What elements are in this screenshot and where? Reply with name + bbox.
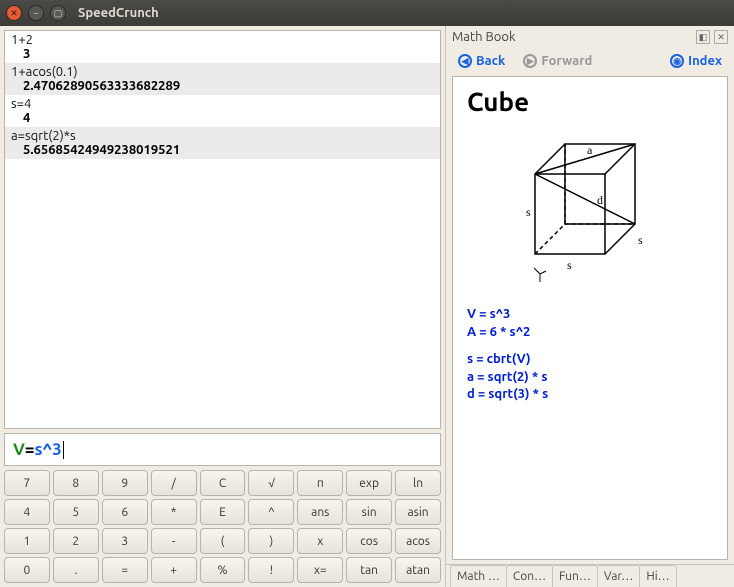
key-tan[interactable]: tan [346, 557, 392, 583]
forward-icon: ▶ [523, 54, 537, 68]
key-+[interactable]: + [151, 557, 197, 583]
nav-back[interactable]: ◀Back [458, 54, 505, 68]
key-1[interactable]: 1 [4, 528, 50, 554]
key-6[interactable]: 6 [102, 499, 148, 525]
key-5[interactable]: 5 [53, 499, 99, 525]
formula[interactable]: d = sqrt(3) * s [467, 386, 713, 404]
formula[interactable]: A = 6 * s^2 [467, 324, 713, 342]
key-sin[interactable]: sin [346, 499, 392, 525]
svg-text:a: a [587, 143, 593, 157]
mathbook-panel: Math Book ◧ ✕ ◀Back ▶Forward ◉Index Cube [445, 26, 734, 587]
key-ans[interactable]: ans [297, 499, 343, 525]
dock-title: Math Book [452, 30, 516, 44]
titlebar: ✕ – ▢ SpeedCrunch [0, 0, 734, 26]
cube-diagram: a d s s s [505, 124, 675, 294]
history-entry[interactable]: a=sqrt(2)*s5.65685424949238019521 [5, 127, 440, 159]
history-result: 3 [11, 47, 434, 61]
key-([interactable]: ( [200, 528, 246, 554]
svg-text:s: s [567, 258, 572, 272]
history-entry[interactable]: s=44 [5, 95, 440, 127]
bottom-tabs: Math …Con…Fun…Var…Hi… [446, 564, 734, 587]
history-result: 2.47062890563333682289 [11, 79, 434, 93]
maximize-icon[interactable]: ▢ [50, 5, 66, 21]
formula-group-2: s = cbrt(V)a = sqrt(2) * sd = sqrt(3) * … [467, 351, 713, 404]
key-asin[interactable]: asin [395, 499, 441, 525]
formula[interactable]: a = sqrt(2) * s [467, 369, 713, 387]
cursor-icon [534, 268, 546, 282]
formula[interactable]: s = cbrt(V) [467, 351, 713, 369]
key-E[interactable]: E [200, 499, 246, 525]
history-expression: s=4 [11, 97, 434, 111]
key-acos[interactable]: acos [395, 528, 441, 554]
page-title: Cube [467, 87, 713, 116]
key-.[interactable]: . [53, 557, 99, 583]
key-3[interactable]: 3 [102, 528, 148, 554]
key-*[interactable]: * [151, 499, 197, 525]
mathbook-content: Cube a d s s [452, 76, 728, 560]
calculator-panel: 1+231+acos(0.1)2.47062890563333682289s=4… [0, 26, 445, 587]
key-4[interactable]: 4 [4, 499, 50, 525]
history-entry[interactable]: 1+23 [5, 31, 440, 63]
nav-index[interactable]: ◉Index [670, 54, 722, 68]
history-expression: 1+acos(0.1) [11, 65, 434, 79]
key-π[interactable]: π [297, 470, 343, 496]
history-expression: a=sqrt(2)*s [11, 129, 434, 143]
key-atan[interactable]: atan [395, 557, 441, 583]
tab-var[interactable]: Var… [597, 565, 641, 587]
key-exp[interactable]: exp [346, 470, 392, 496]
key-7[interactable]: 7 [4, 470, 50, 496]
dock-close-icon[interactable]: ✕ [714, 30, 728, 44]
key-C[interactable]: C [200, 470, 246, 496]
tab-con[interactable]: Con… [506, 565, 553, 587]
key-√[interactable]: √ [248, 470, 294, 496]
key-x[interactable]: x [297, 528, 343, 554]
key-^[interactable]: ^ [248, 499, 294, 525]
svg-text:d: d [597, 193, 603, 207]
formula-group-1: V = s^3A = 6 * s^2 [467, 306, 713, 341]
history-list[interactable]: 1+231+acos(0.1)2.47062890563333682289s=4… [4, 30, 441, 429]
index-icon: ◉ [670, 54, 684, 68]
nav-forward: ▶Forward [523, 54, 592, 68]
key-=[interactable]: = [102, 557, 148, 583]
history-result: 5.65685424949238019521 [11, 143, 434, 157]
key--[interactable]: - [151, 528, 197, 554]
formula[interactable]: V = s^3 [467, 306, 713, 324]
key-x=[interactable]: x= [297, 557, 343, 583]
key-2[interactable]: 2 [53, 528, 99, 554]
history-expression: 1+2 [11, 33, 434, 47]
undock-icon[interactable]: ◧ [696, 30, 710, 44]
window-title: SpeedCrunch [78, 6, 159, 20]
minimize-icon[interactable]: – [28, 5, 44, 21]
key-9[interactable]: 9 [102, 470, 148, 496]
history-entry[interactable]: 1+acos(0.1)2.47062890563333682289 [5, 63, 440, 95]
key-0[interactable]: 0 [4, 557, 50, 583]
expression-input[interactable]: V=s^3 [4, 433, 441, 466]
keypad: 789/C√πexpln 456*E^anssinasin 123-()xcosac… [4, 470, 441, 583]
history-result: 4 [11, 111, 434, 125]
svg-text:s: s [638, 233, 643, 247]
text-cursor [63, 441, 64, 459]
key-8[interactable]: 8 [53, 470, 99, 496]
key-cos[interactable]: cos [346, 528, 392, 554]
svg-text:s: s [526, 205, 531, 219]
back-icon: ◀ [458, 54, 472, 68]
key-)[interactable]: ) [248, 528, 294, 554]
tab-math[interactable]: Math … [450, 565, 507, 587]
tab-fun[interactable]: Fun… [552, 565, 598, 587]
key-ln[interactable]: ln [395, 470, 441, 496]
key-%[interactable]: % [200, 557, 246, 583]
tab-hi[interactable]: Hi… [639, 565, 676, 587]
key-/[interactable]: / [151, 470, 197, 496]
key-![interactable]: ! [248, 557, 294, 583]
close-icon[interactable]: ✕ [6, 5, 22, 21]
